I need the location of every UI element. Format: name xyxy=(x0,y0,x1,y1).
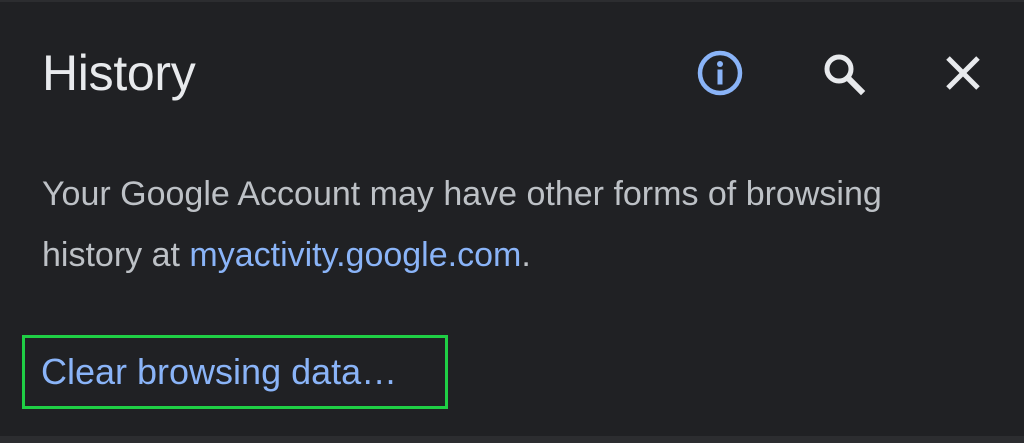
close-icon xyxy=(946,56,980,90)
notice-period: . xyxy=(521,236,531,274)
history-panel: History Your Google Account may have oth… xyxy=(0,0,1024,443)
top-edge xyxy=(0,0,1024,2)
other-history-notice: Your Google Account may have other forms… xyxy=(42,164,902,286)
close-button[interactable] xyxy=(938,48,988,98)
search-icon xyxy=(824,54,866,96)
clear-browsing-data-button[interactable]: Clear browsing data… xyxy=(22,335,448,409)
myactivity-link[interactable]: myactivity.google.com xyxy=(189,236,521,274)
page-title: History xyxy=(42,45,196,101)
bottom-divider xyxy=(0,436,1024,443)
clear-browsing-data-label: Clear browsing data… xyxy=(41,351,398,392)
search-button[interactable] xyxy=(818,48,868,98)
info-button[interactable] xyxy=(695,48,745,98)
info-icon xyxy=(697,50,743,96)
